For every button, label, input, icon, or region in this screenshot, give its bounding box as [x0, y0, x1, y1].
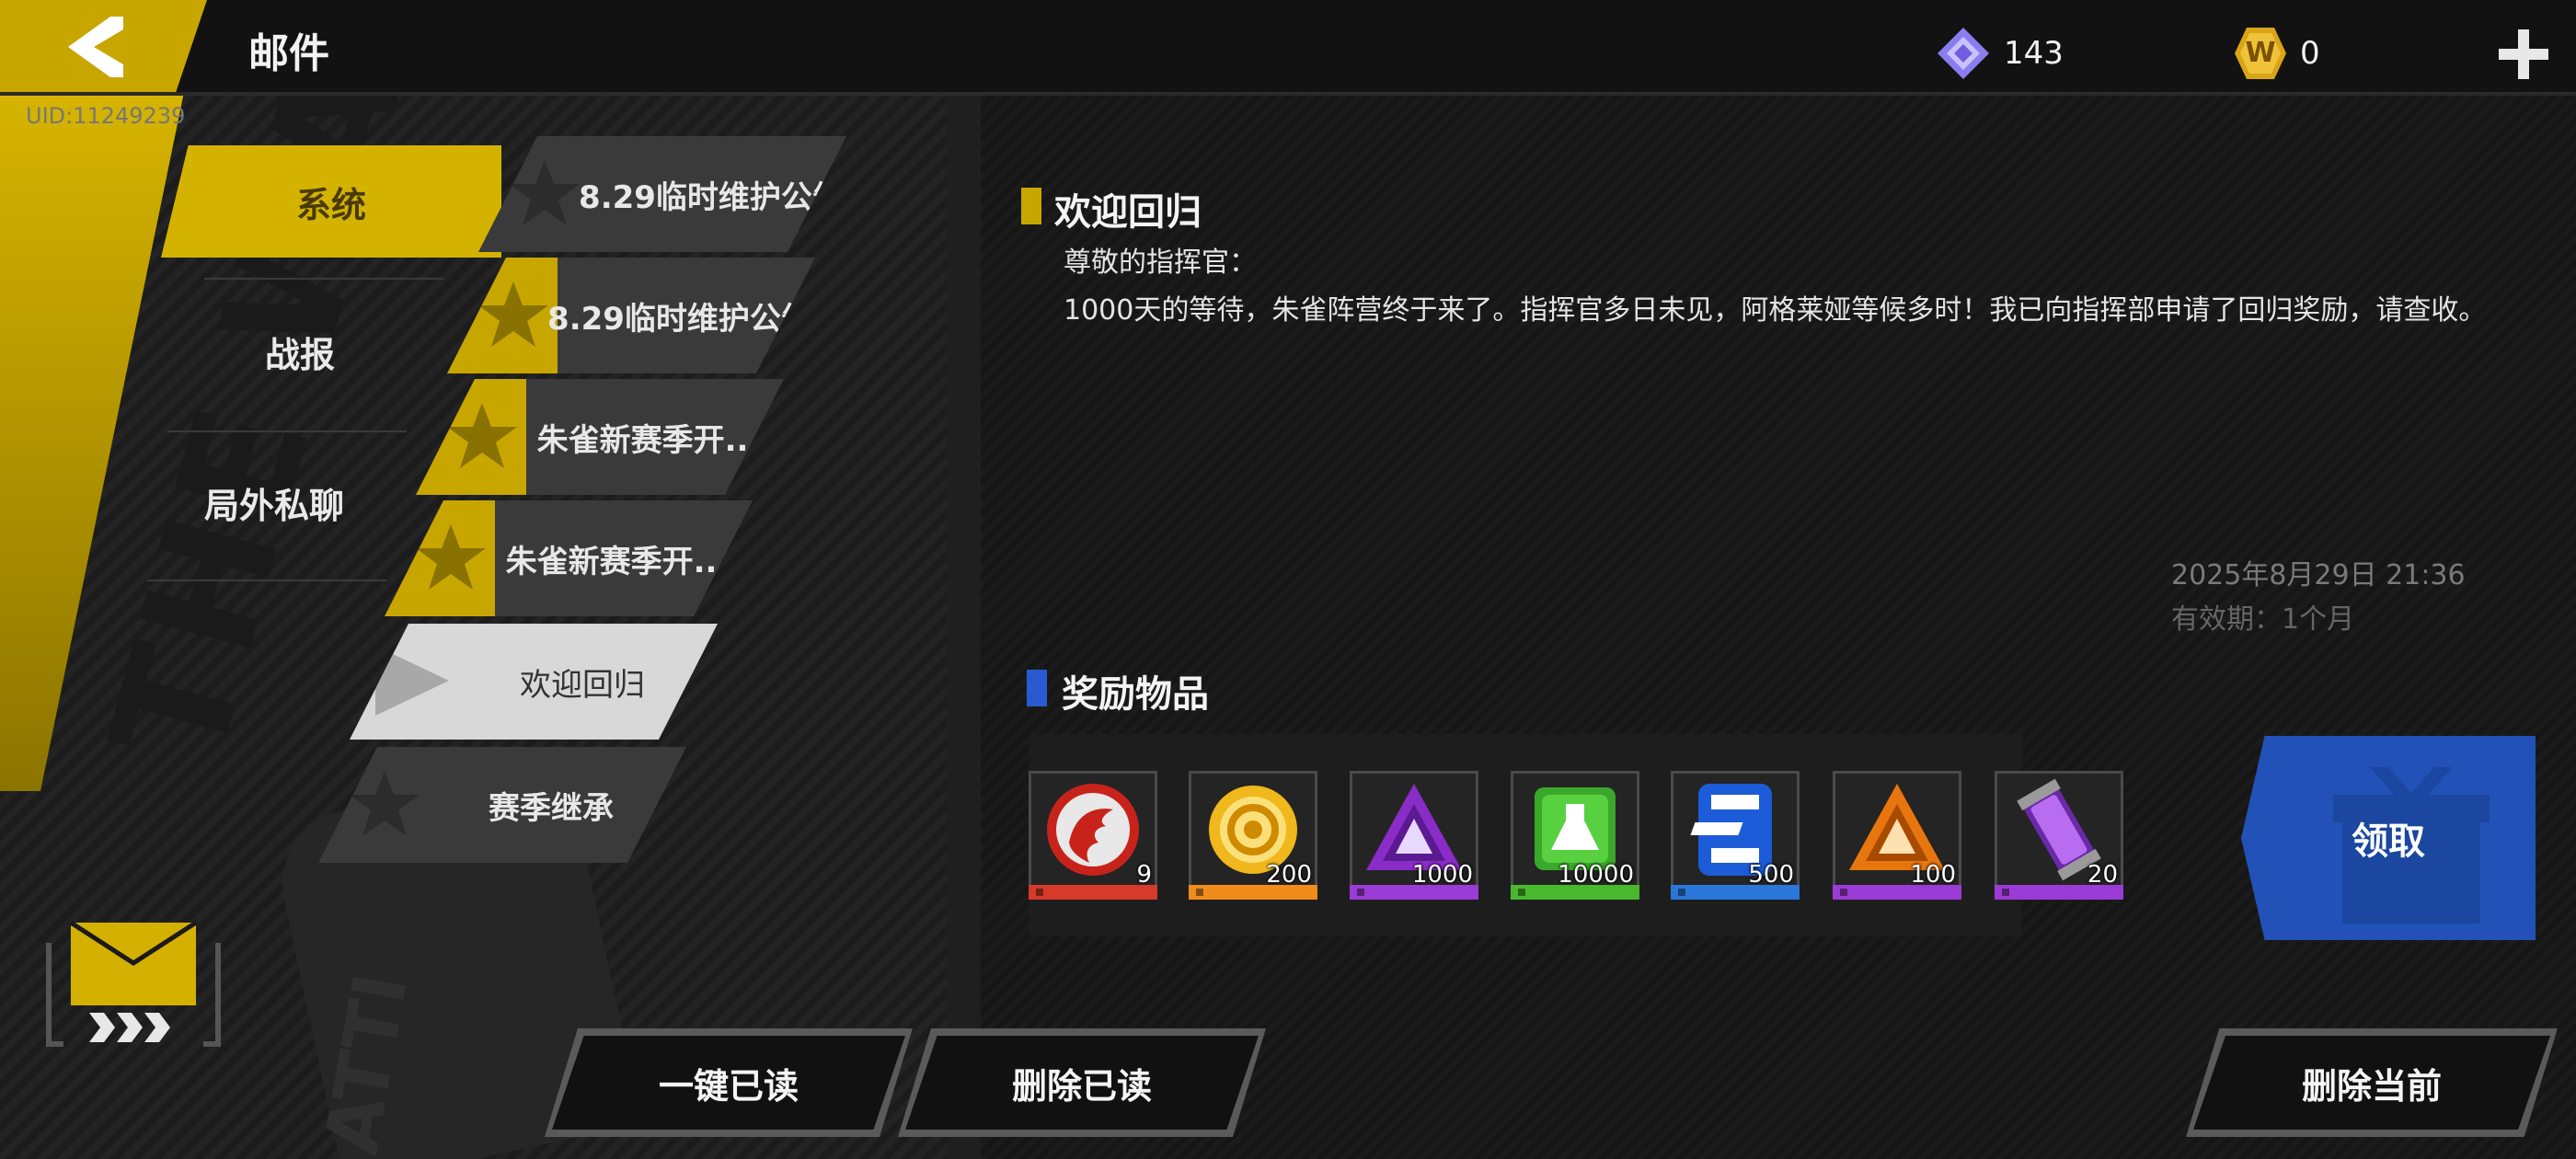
top-bar — [0, 0, 2576, 92]
read-all-button[interactable]: 一键已读 — [545, 1028, 913, 1137]
reward-item[interactable]: 1000 — [1350, 771, 1478, 900]
claim-button[interactable]: 领取 — [2241, 736, 2536, 940]
coin-letter: W — [2245, 37, 2276, 69]
category-tab-private-chat[interactable]: 局外私聊 — [136, 456, 412, 548]
category-tab-battle-report[interactable]: 战报 — [162, 305, 438, 397]
category-divider — [167, 430, 407, 432]
reward-count: 10000 — [1558, 861, 1634, 889]
diamond-currency[interactable]: 143 — [1936, 26, 2064, 81]
delete-current-button[interactable]: 删除当前 — [2186, 1028, 2558, 1137]
uid-label: UID:11249239 — [26, 103, 186, 129]
mail-greeting: 尊敬的指挥官： — [1064, 247, 1257, 279]
vertical-divider — [948, 96, 981, 1159]
reward-item[interactable]: 500 — [1671, 771, 1800, 900]
reward-count: 20 — [2087, 861, 2118, 889]
reward-count: 500 — [1748, 861, 1794, 889]
reward-item[interactable]: 9 — [1029, 771, 1157, 900]
back-arrow-icon — [68, 17, 123, 77]
coin-count: 0 — [2300, 35, 2320, 72]
category-tab-system[interactable]: 系统 — [161, 145, 501, 258]
mail-text: 1000天的等待，朱雀阵营终于来了。指挥官多日未见，阿格莱娅等候多时！我已向指挥… — [1064, 294, 2487, 327]
rewards-title-bar — [1027, 670, 1047, 706]
mail-item[interactable]: 朱雀新赛季开... — [385, 500, 753, 616]
coin-currency[interactable]: W 0 — [2234, 26, 2320, 81]
reward-item[interactable]: 10000 — [1511, 771, 1639, 900]
delete-read-label: 删除已读 — [1011, 1065, 1152, 1107]
category-label: 战报 — [264, 334, 335, 375]
mail-title-bar — [1021, 188, 1041, 224]
mail-item[interactable]: 8.29临时维护公告 — [447, 258, 815, 373]
category-label: 局外私聊 — [203, 485, 344, 526]
phoenix-emblem-icon — [1047, 784, 1139, 876]
mail-item[interactable]: 赛季继承 — [318, 747, 686, 863]
rewards-title: 奖励物品 — [1062, 673, 1209, 716]
reward-count: 1000 — [1411, 861, 1473, 889]
reward-item[interactable]: 100 — [1833, 771, 1961, 900]
reward-item[interactable]: 20 — [1995, 771, 2123, 900]
add-currency-button[interactable] — [2499, 29, 2548, 79]
mail-body: 尊敬的指挥官： 1000天的等待，朱雀阵营终于来了。指挥官多日未见，阿格莱娅等候… — [1064, 239, 2499, 335]
category-divider — [204, 278, 443, 280]
top-bar-border — [0, 92, 2576, 96]
back-button[interactable] — [0, 0, 207, 92]
mail-validity: 有效期：1个月 — [2171, 603, 2355, 636]
mail-title: 欢迎回归 — [1054, 191, 1202, 234]
diamond-count: 143 — [2004, 35, 2064, 72]
reward-count: 100 — [1910, 861, 1956, 889]
mail-date: 2025年8月29日 21:36 — [2171, 559, 2466, 591]
mail-item-selected[interactable]: 欢迎回归 — [350, 624, 718, 740]
delete-read-button[interactable]: 删除已读 — [898, 1028, 1266, 1137]
reward-count: 9 — [1136, 861, 1152, 889]
claim-label: 领取 — [2352, 820, 2425, 863]
read-all-label: 一键已读 — [658, 1065, 799, 1107]
mail-envelope-icon — [46, 920, 221, 1047]
page-title: 邮件 — [248, 30, 329, 77]
mail-item[interactable]: 8.29临时维护公告 — [478, 136, 846, 252]
category-label: 系统 — [295, 184, 366, 225]
mail-item[interactable]: 朱雀新赛季开... — [416, 379, 784, 495]
diamond-icon — [1938, 28, 1989, 79]
reward-item[interactable]: 200 — [1189, 771, 1317, 900]
delete-current-label: 删除当前 — [2301, 1065, 2442, 1107]
category-divider — [147, 580, 386, 581]
reward-count: 200 — [1266, 861, 1312, 889]
